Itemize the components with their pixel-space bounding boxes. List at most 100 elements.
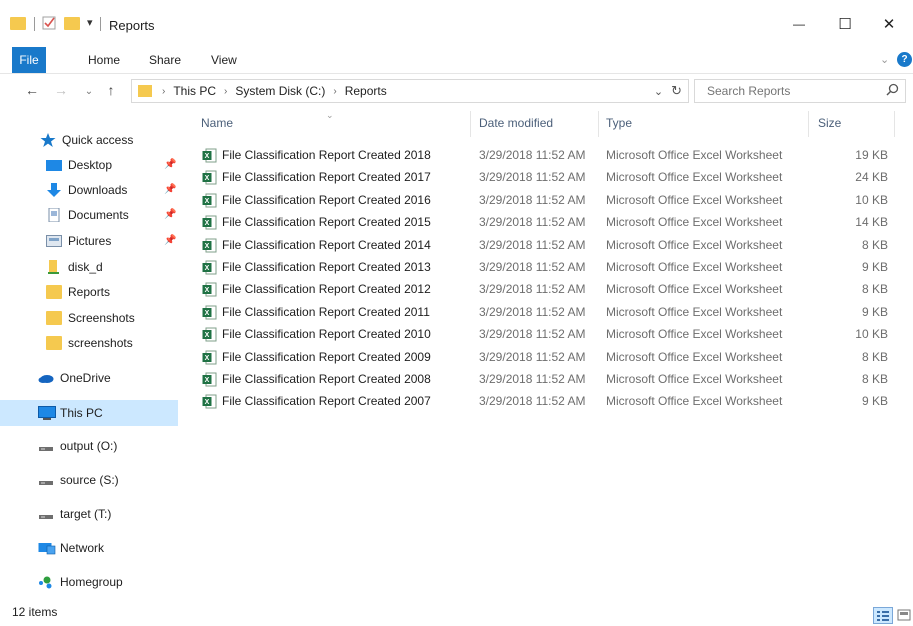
- file-row[interactable]: X File Classification Report Created 2012…: [196, 279, 896, 301]
- nav-drive-target[interactable]: target (T:): [0, 502, 178, 526]
- properties-checkmark-icon[interactable]: [42, 15, 57, 30]
- customize-quick-access-icon[interactable]: ▾: [87, 16, 93, 29]
- file-row[interactable]: X File Classification Report Created 2016…: [196, 190, 896, 212]
- file-row[interactable]: X File Classification Report Created 2018…: [196, 145, 896, 167]
- file-size: 24 KB: [855, 170, 888, 185]
- column-header-size[interactable]: Size: [818, 116, 841, 134]
- excel-file-icon: X: [202, 372, 217, 387]
- address-bar[interactable]: › This PC › System Disk (C:) › Reports ⌄…: [131, 79, 689, 103]
- nav-documents[interactable]: Documents 📌: [0, 203, 178, 227]
- nav-label: screenshots: [68, 336, 133, 350]
- sort-chevron-icon: ⌄: [326, 110, 334, 120]
- nav-homegroup[interactable]: Homegroup: [0, 570, 178, 594]
- new-folder-icon[interactable]: [64, 17, 80, 30]
- search-input[interactable]: [705, 83, 879, 99]
- file-type: Microsoft Office Excel Worksheet: [606, 349, 783, 364]
- breadcrumb-reports[interactable]: Reports: [345, 84, 387, 98]
- up-arrow-icon[interactable]: ↑: [102, 81, 120, 99]
- expand-ribbon-chevron-icon[interactable]: ⌄: [880, 53, 889, 66]
- file-type: Microsoft Office Excel Worksheet: [606, 304, 783, 319]
- maximize-button[interactable]: ☐: [822, 8, 868, 40]
- file-row[interactable]: X File Classification Report Created 2011…: [196, 302, 896, 324]
- file-row[interactable]: X File Classification Report Created 2014…: [196, 235, 896, 257]
- address-dropdown-chevron-icon[interactable]: ⌄: [654, 85, 663, 98]
- pin-icon[interactable]: 📌: [164, 159, 176, 170]
- file-size: 9 KB: [861, 394, 888, 409]
- nav-disk-d[interactable]: disk_d: [0, 255, 178, 279]
- large-icons-view-icon[interactable]: [897, 608, 911, 622]
- file-size: 8 KB: [861, 237, 888, 252]
- file-name: File Classification Report Created 2010: [222, 327, 431, 342]
- details-view-icon[interactable]: [873, 607, 893, 624]
- separator: [100, 17, 101, 31]
- help-icon[interactable]: ?: [897, 52, 912, 67]
- back-arrow-icon[interactable]: ←: [23, 81, 41, 99]
- file-type: Microsoft Office Excel Worksheet: [606, 170, 783, 185]
- column-divider[interactable]: [894, 111, 895, 137]
- file-size: 10 KB: [855, 327, 888, 342]
- excel-file-icon: X: [202, 148, 217, 163]
- breadcrumb-separator-icon[interactable]: ›: [333, 86, 336, 97]
- file-row[interactable]: X File Classification Report Created 2007…: [196, 391, 896, 413]
- search-box[interactable]: [694, 79, 906, 103]
- breadcrumb-this-pc[interactable]: This PC: [173, 84, 216, 98]
- nav-desktop[interactable]: Desktop 📌: [0, 153, 178, 177]
- file-name: File Classification Report Created 2013: [222, 260, 431, 274]
- this-pc-icon: [38, 406, 56, 420]
- nav-network[interactable]: Network: [0, 536, 178, 560]
- minimize-button[interactable]: —: [776, 8, 822, 40]
- file-type: Microsoft Office Excel Worksheet: [606, 215, 783, 230]
- column-divider[interactable]: [470, 111, 471, 137]
- column-header-name[interactable]: Name: [201, 116, 233, 134]
- nav-label: Reports: [68, 285, 111, 299]
- file-row[interactable]: X File Classification Report Created 2010…: [196, 324, 896, 346]
- tab-share[interactable]: Share: [149, 47, 181, 73]
- status-item-count: 12 items: [12, 605, 58, 619]
- file-row[interactable]: X File Classification Report Created 2008…: [196, 369, 896, 391]
- file-name: File Classification Report Created 2011: [222, 304, 430, 319]
- refresh-icon[interactable]: ↻: [671, 83, 682, 99]
- pin-icon[interactable]: 📌: [164, 235, 176, 246]
- column-header-date[interactable]: Date modified: [479, 116, 553, 134]
- recent-locations-chevron-icon[interactable]: ⌄: [80, 82, 98, 100]
- excel-file-icon: X: [202, 282, 217, 297]
- nav-screenshots-lower[interactable]: screenshots: [0, 331, 178, 355]
- breadcrumb-system-disk[interactable]: System Disk (C:): [235, 84, 325, 98]
- close-button[interactable]: ✕: [866, 8, 912, 40]
- tab-view[interactable]: View: [211, 47, 237, 73]
- file-type: Microsoft Office Excel Worksheet: [606, 260, 783, 274]
- drive-icon: [38, 507, 54, 521]
- nav-screenshots[interactable]: Screenshots: [0, 306, 178, 330]
- nav-pictures[interactable]: Pictures 📌: [0, 229, 178, 253]
- file-size: 10 KB: [855, 192, 888, 207]
- search-icon[interactable]: [886, 83, 899, 99]
- nav-onedrive[interactable]: OneDrive: [0, 366, 178, 390]
- pin-icon[interactable]: 📌: [164, 184, 176, 195]
- pin-icon[interactable]: 📌: [164, 209, 176, 220]
- svg-text:X: X: [205, 198, 210, 205]
- file-row[interactable]: X File Classification Report Created 2017…: [196, 167, 896, 189]
- column-header-type[interactable]: Type: [606, 116, 632, 134]
- excel-file-icon: X: [202, 305, 217, 320]
- nav-drive-source[interactable]: source (S:): [0, 468, 178, 492]
- tab-file[interactable]: File: [12, 47, 46, 73]
- file-type: Microsoft Office Excel Worksheet: [606, 237, 783, 252]
- column-divider[interactable]: [808, 111, 809, 137]
- file-size: 8 KB: [861, 282, 888, 297]
- nav-reports[interactable]: Reports: [0, 280, 178, 304]
- file-row[interactable]: X File Classification Report Created 2015…: [196, 212, 896, 234]
- forward-arrow-icon[interactable]: →: [52, 81, 70, 99]
- breadcrumb-separator-icon[interactable]: ›: [162, 86, 165, 97]
- file-date-modified: 3/29/2018 11:52 AM: [479, 282, 586, 297]
- nav-label: disk_d: [68, 260, 103, 274]
- nav-drive-output[interactable]: output (O:): [0, 434, 178, 458]
- excel-file-icon: X: [202, 238, 217, 253]
- file-row[interactable]: X File Classification Report Created 2009…: [196, 347, 896, 369]
- tab-home[interactable]: Home: [88, 47, 120, 73]
- column-divider[interactable]: [598, 111, 599, 137]
- file-row[interactable]: X File Classification Report Created 2013…: [196, 257, 896, 279]
- nav-downloads[interactable]: Downloads 📌: [0, 178, 178, 202]
- breadcrumb-separator-icon[interactable]: ›: [224, 86, 227, 97]
- nav-quick-access[interactable]: Quick access: [0, 128, 178, 152]
- nav-this-pc[interactable]: This PC: [0, 400, 178, 426]
